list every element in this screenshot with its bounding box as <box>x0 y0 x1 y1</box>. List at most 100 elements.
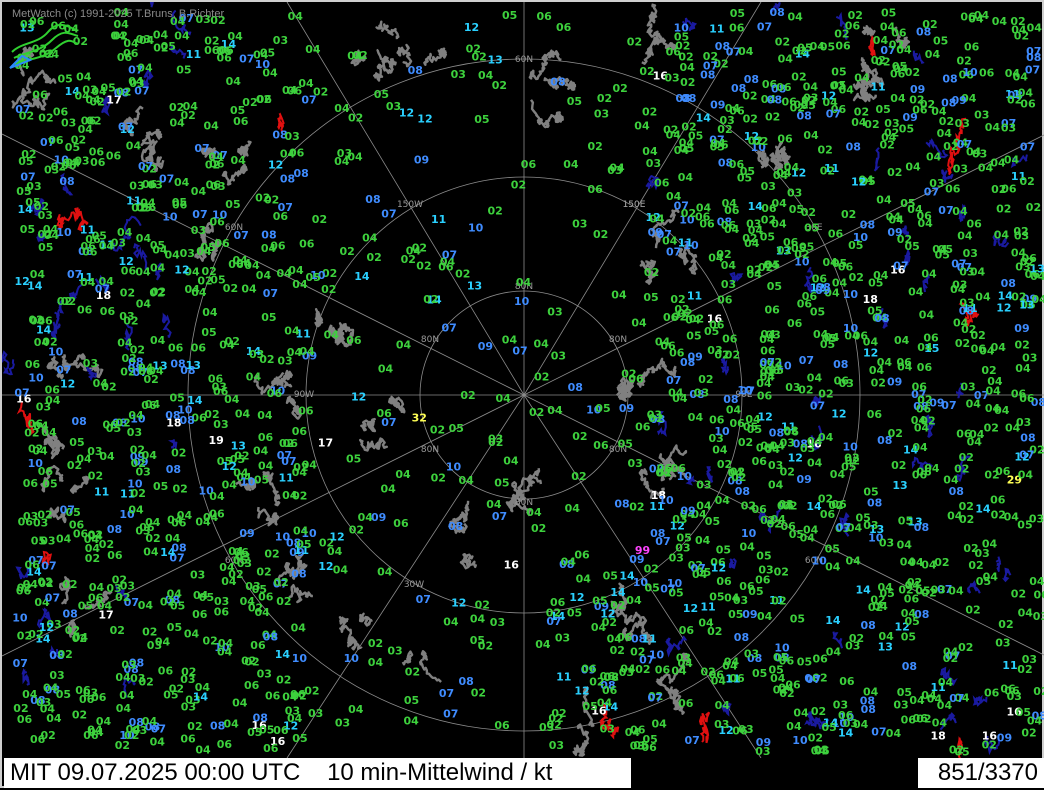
wind-value: 02 <box>19 110 34 123</box>
wind-value: 06 <box>377 407 393 420</box>
wind-value: 10 <box>468 221 484 234</box>
wind-value: 08 <box>63 608 78 621</box>
wind-value: 02 <box>887 166 902 179</box>
wind-value: 04 <box>896 44 912 57</box>
wind-value: 06 <box>777 132 793 145</box>
wind-value: 04 <box>404 715 420 728</box>
wind-value: 04 <box>905 161 921 174</box>
wind-value: 04 <box>203 511 219 524</box>
wind-value: 06 <box>897 356 913 369</box>
wind-value: 08 <box>107 523 122 536</box>
wind-value: 04 <box>184 627 200 640</box>
status-product: 10 min-Mittelwind / kt <box>327 759 552 786</box>
wind-value: 06 <box>797 298 813 311</box>
wind-value: 02 <box>963 542 978 555</box>
wind-value: 04 <box>937 127 953 140</box>
wind-value: 02 <box>62 578 77 591</box>
wind-value: 02 <box>37 508 52 521</box>
wind-value: 04 <box>803 129 819 142</box>
wind-value: 02 <box>698 373 713 386</box>
wind-value: 14 <box>275 648 291 661</box>
wind-value: 07 <box>871 725 886 738</box>
graticule-label: 80N <box>421 445 439 455</box>
wind-value: 02 <box>368 637 383 650</box>
wind-value: 05 <box>449 422 464 435</box>
wind-value: 05 <box>583 700 598 713</box>
wind-value: 02 <box>1015 338 1030 351</box>
wind-value: 02 <box>171 446 186 459</box>
wind-value: 04 <box>241 282 257 295</box>
wind-value: 02 <box>849 271 864 284</box>
wind-value: 12 <box>451 597 466 610</box>
wind-value: 04 <box>80 276 96 289</box>
wind-value: 02 <box>241 655 256 668</box>
wind-value: 02 <box>663 123 678 136</box>
wind-value: 19 <box>209 434 224 447</box>
wind-value: 04 <box>348 703 364 716</box>
wind-value: 06 <box>250 639 266 652</box>
wind-value: 07 <box>893 259 908 272</box>
wind-value: 04 <box>1018 86 1034 99</box>
wind-value: 02 <box>771 594 786 607</box>
wind-value: 05 <box>804 221 819 234</box>
wind-value: 05 <box>38 241 53 254</box>
wind-value: 03 <box>308 707 323 720</box>
wind-value: 09 <box>688 351 703 364</box>
wind-value: 04 <box>231 154 247 167</box>
wind-value: 02 <box>41 729 56 742</box>
graticule-label: 80N <box>421 335 439 345</box>
wind-value: 03 <box>285 130 300 143</box>
wind-value: 05 <box>954 746 969 759</box>
wind-value: 07 <box>1026 45 1041 58</box>
wind-value: 02 <box>460 389 475 402</box>
wind-value: 04 <box>778 52 794 65</box>
wind-value: 04 <box>873 34 889 47</box>
wind-value: 04 <box>145 398 161 411</box>
wind-value: 08 <box>614 498 629 511</box>
graticule-label: 80N <box>609 335 627 345</box>
wind-value: 02 <box>276 595 291 608</box>
wind-value: 03 <box>335 717 350 730</box>
wind-value: 06 <box>244 679 260 692</box>
wind-value: 04 <box>671 664 687 677</box>
wind-value: 02 <box>571 470 586 483</box>
wind-value: 04 <box>284 325 300 338</box>
wind-value: 04 <box>894 334 910 347</box>
wind-value: 04 <box>135 265 151 278</box>
wind-value: 04 <box>174 30 190 43</box>
wind-value: 05 <box>730 7 745 20</box>
wind-value: 02 <box>88 470 103 483</box>
wind-value: 06 <box>265 689 281 702</box>
wind-value: 03 <box>694 387 709 400</box>
wind-value: 07 <box>685 734 700 747</box>
wind-value: 04 <box>631 316 647 329</box>
wind-value: 02 <box>854 105 869 118</box>
wind-value: 06 <box>574 548 590 561</box>
wind-value: 04 <box>722 659 738 672</box>
wind-value: 04 <box>937 699 953 712</box>
wind-value: 05 <box>153 480 168 493</box>
wind-value: 03 <box>1029 513 1044 526</box>
wind-value: 13 <box>467 280 482 293</box>
wind-value: 32 <box>412 412 427 425</box>
wind-value: 04 <box>443 616 459 629</box>
wind-value: 06 <box>679 624 695 637</box>
wind-value: 04 <box>712 444 728 457</box>
wind-value: 06 <box>121 264 137 277</box>
wind-value: 04 <box>97 599 113 612</box>
wind-value: 07 <box>14 386 29 399</box>
wind-value: 04 <box>224 717 240 730</box>
wind-value: 05 <box>831 66 846 79</box>
wind-value: 06 <box>298 405 314 418</box>
wind-value: 06 <box>757 390 773 403</box>
wind-value: 04 <box>291 621 307 634</box>
wind-value: 02 <box>678 51 693 64</box>
polar-wind-map[interactable]: 60N80N80N80N80N80N80N60N60N60N150W150E15… <box>2 2 1044 790</box>
wind-value: 06 <box>655 664 671 677</box>
wind-value: 06 <box>669 346 685 359</box>
wind-value: 04 <box>305 43 321 56</box>
wind-value: 03 <box>387 644 402 657</box>
wind-value: 04 <box>825 561 841 574</box>
wind-value: 05 <box>822 332 837 345</box>
wind-value: 11 <box>94 486 109 499</box>
